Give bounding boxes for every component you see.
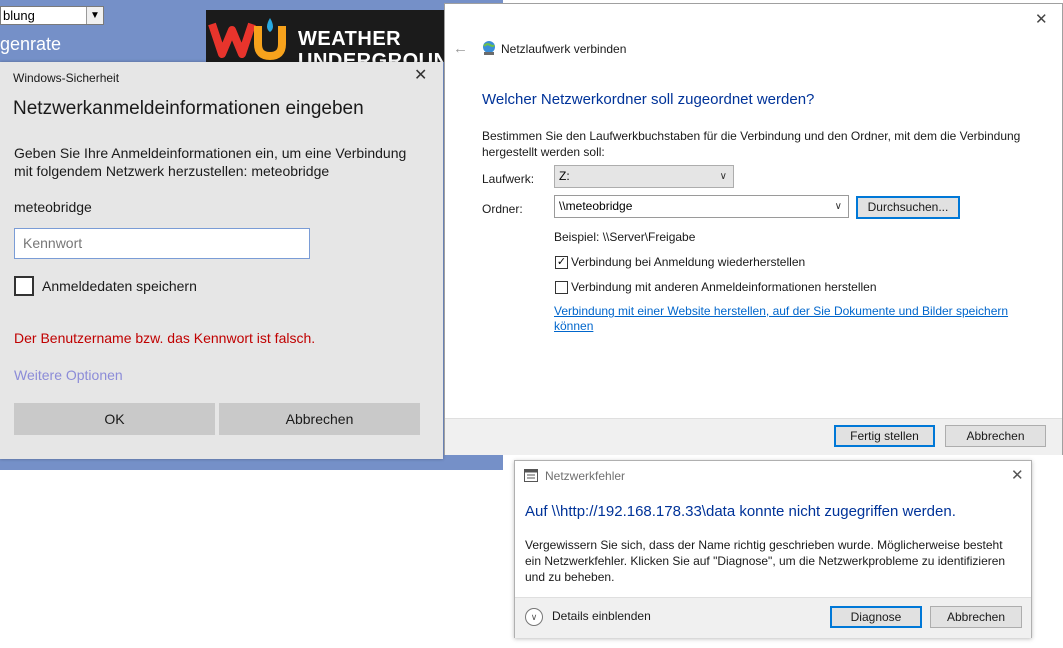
folder-label: Ordner: <box>482 202 523 216</box>
network-error-dialog: Netzwerkfehler ✕ Auf \\http://192.168.17… <box>514 460 1032 638</box>
error-message: Der Benutzername bzw. das Kennwort ist f… <box>14 330 316 346</box>
wizard-instruction: Bestimmen Sie den Laufwerkbuchstaben für… <box>482 129 1021 159</box>
other-credentials-checkbox[interactable] <box>555 281 568 294</box>
drive-label: Laufwerk: <box>482 172 535 186</box>
back-arrow-icon[interactable]: ← <box>453 40 468 57</box>
dialog-description: Geben Sie Ihre Anmeldeinformationen ein,… <box>14 145 407 179</box>
background-select-value: blung <box>3 8 35 23</box>
cancel-button[interactable]: Abbrechen <box>945 425 1046 447</box>
password-input[interactable]: Kennwort <box>14 228 310 259</box>
reconnect-label[interactable]: Verbindung bei Anmeldung wiederherstelle… <box>571 255 805 269</box>
chevron-down-icon[interactable]: ▼ <box>86 7 103 24</box>
close-icon[interactable]: ✕ <box>1035 10 1048 28</box>
window-icon <box>524 469 538 482</box>
browse-button[interactable]: Durchsuchen... <box>856 196 960 219</box>
show-details-toggle[interactable]: Details einblenden <box>552 609 651 623</box>
chevron-down-icon[interactable]: ∨ <box>720 166 727 187</box>
drive-select-value: Z: <box>559 169 570 183</box>
background-select[interactable]: blung ▼ <box>0 6 104 25</box>
diagnose-button[interactable]: Diagnose <box>830 606 922 628</box>
wizard-title: Netzlaufwerk verbinden <box>501 42 627 56</box>
cancel-button[interactable]: Abbrechen <box>219 403 420 435</box>
ok-button[interactable]: OK <box>14 403 215 435</box>
wizard-heading: Welcher Netzwerkordner soll zugeordnet w… <box>482 91 815 108</box>
close-icon[interactable]: ✕ <box>1011 466 1024 484</box>
checkmark-icon: ✓ <box>556 256 567 268</box>
website-connect-link[interactable]: Verbindung mit einer Website herstellen,… <box>554 304 1024 334</box>
folder-value: \\meteobridge <box>559 199 633 213</box>
chevron-down-icon[interactable]: ∨ <box>835 196 842 217</box>
error-body: Vergewissern Sie sich, dass der Name ric… <box>525 538 1006 584</box>
remember-credentials-label[interactable]: Anmeldedaten speichern <box>42 278 197 294</box>
reconnect-checkbox[interactable]: ✓ <box>555 256 568 269</box>
close-icon[interactable]: ✕ <box>414 68 427 84</box>
weather-underground-logo: WEATHER UNDERGROUND <box>206 10 446 62</box>
remember-credentials-checkbox[interactable] <box>14 276 34 296</box>
finish-button[interactable]: Fertig stellen <box>834 425 935 447</box>
other-credentials-label[interactable]: Verbindung mit anderen Anmeldeinformatio… <box>571 280 877 294</box>
chevron-down-icon[interactable]: ∨ <box>525 608 543 626</box>
logo-text-weather: WEATHER <box>298 28 402 50</box>
cancel-button[interactable]: Abbrechen <box>930 606 1022 628</box>
map-network-drive-wizard: ✕ ← Netzlaufwerk verbinden Welcher Netzw… <box>444 3 1063 455</box>
dialog-title: Netzwerkanmeldeinformationen eingeben <box>13 98 364 119</box>
drive-select[interactable]: Z: ∨ <box>554 165 734 188</box>
folder-example: Beispiel: \\Server\Freigabe <box>554 230 696 244</box>
wu-logo-mark-icon <box>208 18 286 60</box>
more-options-link[interactable]: Weitere Optionen <box>14 367 123 383</box>
network-drive-icon <box>483 41 495 55</box>
windows-security-dialog: Windows-Sicherheit ✕ Netzwerkanmeldeinfo… <box>0 62 443 459</box>
error-dialog-caption: Netzwerkfehler <box>545 469 626 483</box>
background-heading: genrate <box>0 34 62 54</box>
logo-text-underground: UNDERGROUND <box>298 50 446 62</box>
dialog-caption: Windows-Sicherheit <box>13 71 120 85</box>
folder-combobox[interactable]: \\meteobridge ∨ <box>554 195 849 218</box>
username-label: meteobridge <box>14 199 92 215</box>
error-heading: Auf \\http://192.168.178.33\data konnte … <box>525 503 956 520</box>
